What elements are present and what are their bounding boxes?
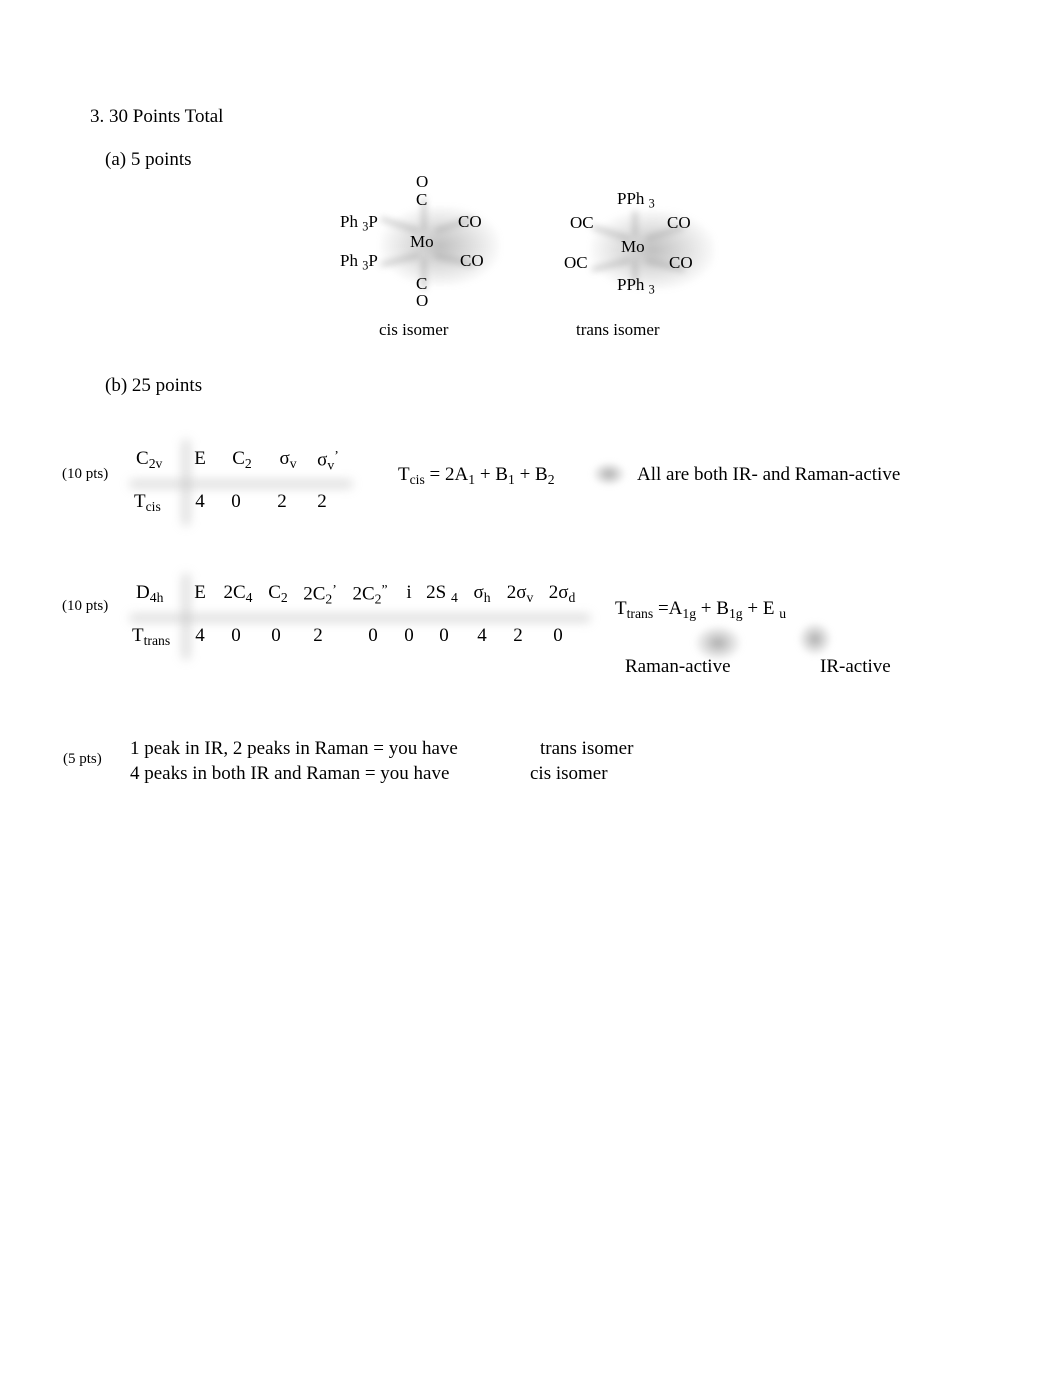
trans-table-points-label: (10 pts) (62, 598, 109, 614)
cis-upper-right-ligand: CO (458, 212, 482, 231)
conclusion-line-2-answer: cis isomer (530, 763, 608, 784)
conclusion-line-1-text: 1 peak in IR, 2 peaks in Raman = you hav… (130, 738, 458, 759)
conclusion-points-label: (5 pts) (63, 751, 102, 767)
trans-reduction-equation: Ttrans =A1g + B1g + E u (615, 598, 787, 621)
trans-top-ligand: PPh 3 (617, 189, 655, 211)
cis-arrow-smudge (592, 462, 626, 486)
trans-table-op-2S4: 2S 4 (426, 582, 458, 605)
cis-table-char-1: 0 (231, 491, 241, 512)
trans-ir-active-label: IR-active (820, 656, 891, 677)
trans-table-op-2sigma-d: 2σd (548, 582, 576, 605)
cis-table-char-0: 4 (195, 491, 205, 512)
trans-table-row-label: Ttrans (132, 625, 171, 648)
trans-lower-left-ligand: OC (564, 253, 588, 272)
trans-table-op-2C2-prime: 2C2’ (303, 582, 337, 607)
cis-character-table: C2v E C2 σv σv’ Tcis 4 0 2 2 (130, 440, 360, 525)
trans-isomer-caption: trans isomer (576, 320, 660, 339)
bond-trans-up (633, 211, 637, 237)
trans-upper-right-ligand: CO (667, 213, 691, 232)
question-title: 3. 30 Points Total (90, 106, 224, 127)
cis-top-outer-atom: O (416, 172, 429, 191)
cis-bottom-outer-atom: O (416, 291, 429, 310)
trans-table-char-7: 4 (477, 625, 487, 646)
trans-table-op-2C4: 2C4 (223, 582, 253, 605)
trans-table-char-1: 0 (231, 625, 241, 646)
trans-table-op-i: i (406, 582, 412, 603)
cis-table-op-sigma-v-prime: σv’ (317, 448, 339, 473)
trans-table-op-2sigma-v: 2σv (506, 582, 534, 605)
cis-table-op-E: E (194, 448, 206, 469)
cis-activity-note: All are both IR- and Raman-active (637, 464, 901, 485)
trans-table-op-C2: C2 (268, 582, 288, 605)
cis-table-row-label: Tcis (134, 491, 161, 514)
trans-table-op-sigma-h: σh (473, 582, 491, 605)
cis-reduction-equation: Tcis = 2A1 + B1 + B2 (398, 464, 555, 487)
part-a-label: (a) 5 points (105, 149, 192, 170)
part-b-label: (b) 25 points (105, 375, 203, 396)
trans-table-char-6: 0 (439, 625, 449, 646)
trans-table-char-0: 4 (195, 625, 205, 646)
trans-table-op-2C2-dprime: 2C2” (352, 582, 388, 607)
cis-table-op-sigma-v: σv (279, 448, 297, 471)
document-page: 3. 30 Points Total (a) 5 points (b) 25 p… (0, 0, 1062, 1376)
trans-raman-active-label: Raman-active (625, 656, 731, 677)
cis-metal-center: Mo (410, 232, 434, 251)
conclusion-line-1-answer: trans isomer (540, 738, 634, 759)
trans-upper-left-ligand: OC (570, 213, 594, 232)
trans-table-char-3: 2 (313, 625, 323, 646)
conclusion-line-2-text: 4 peaks in both IR and Raman = you have (130, 763, 450, 784)
cis-lower-right-ligand: CO (460, 251, 484, 270)
cis-table-group-label: C2v (136, 448, 163, 471)
cis-isomer-caption: cis isomer (379, 320, 449, 339)
cis-top-inner-atom: C (416, 190, 428, 209)
trans-table-char-8: 2 (513, 625, 523, 646)
cis-lower-left-ligand: Ph 3P (340, 251, 378, 273)
trans-ir-arrow-smudge (798, 622, 832, 656)
trans-character-table: D4h E 2C4 C2 2C2’ 2C2” i 2S 4 σh 2σv 2σd… (130, 574, 600, 659)
trans-table-char-4: 0 (368, 625, 378, 646)
trans-lower-right-ligand: CO (669, 253, 693, 272)
cis-upper-left-ligand: Ph 3P (340, 212, 378, 234)
cis-table-char-3: 2 (317, 491, 327, 512)
trans-bottom-ligand: PPh 3 (617, 275, 655, 297)
cis-table-op-C2: C2 (232, 448, 252, 471)
trans-table-char-5: 0 (404, 625, 414, 646)
trans-table-group-label: D4h (136, 582, 164, 605)
trans-table-op-E: E (194, 582, 206, 603)
cis-table-char-2: 2 (277, 491, 287, 512)
cis-table-points-label: (10 pts) (62, 466, 109, 482)
trans-table-char-9: 0 (553, 625, 563, 646)
trans-table-char-2: 0 (271, 625, 281, 646)
trans-metal-center: Mo (621, 237, 645, 256)
